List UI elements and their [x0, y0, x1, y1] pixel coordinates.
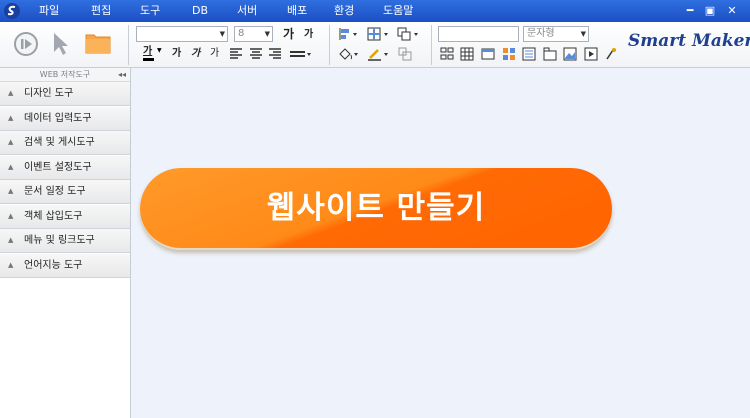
caret-icon: ▲: [8, 236, 14, 244]
list-icon[interactable]: [522, 47, 536, 61]
menu-edit[interactable]: 편집: [91, 0, 111, 22]
font-color-button[interactable]: 가: [143, 45, 152, 59]
sidebar: WEB 저작도구 ◂◂ ▲ 디자인 도구 ▲ 데이터 입력도구 ▲ 검색 및 게시도구…: [0, 68, 131, 418]
sidebar-item-label: 검색 및 게시도구: [24, 137, 95, 148]
minimize-button[interactable]: ━: [682, 3, 698, 19]
object-name-input[interactable]: [438, 26, 519, 42]
sidebar-item-menu-link[interactable]: ▲ 메뉴 및 링크도구: [0, 229, 130, 253]
preview-play-icon[interactable]: [13, 31, 39, 57]
image-icon[interactable]: [563, 47, 577, 61]
maximize-button[interactable]: ▣: [702, 3, 718, 19]
caret-icon: ▲: [8, 187, 14, 195]
line-style-icon[interactable]: [289, 47, 313, 61]
create-website-button[interactable]: 웹사이트 만들기: [140, 168, 612, 250]
sidebar-item-object-insert[interactable]: ▲ 객체 삽입도구: [0, 204, 130, 229]
media-icon[interactable]: [584, 47, 598, 61]
sidebar-item-label: 객체 삽입도구: [24, 210, 83, 222]
caret-icon: ▲: [8, 211, 14, 220]
sidebar-item-label: 디자인 도구: [24, 88, 74, 99]
caret-icon: ▲: [8, 260, 14, 269]
sidebar-item-label: 데이터 입력도구: [24, 112, 92, 124]
menu-file[interactable]: 파일: [39, 0, 59, 22]
italic-button[interactable]: 가: [191, 47, 200, 61]
sidebar-item-search-board[interactable]: ▲ 검색 및 게시도구: [0, 131, 130, 155]
distribute-icon[interactable]: [367, 27, 391, 41]
font-size-select[interactable]: 8 ▼: [234, 26, 273, 42]
form-icon[interactable]: [440, 47, 454, 61]
menu-help[interactable]: 도움말: [383, 0, 413, 22]
sidebar-item-language[interactable]: ▲ 언어지능 도구: [0, 253, 130, 278]
menu-tools[interactable]: 도구: [140, 0, 160, 22]
workspace-canvas: 웹사이트 만들기: [131, 68, 750, 418]
toolbar: ▼ 8 ▼ 가 가 가 ▼ 가 가 가 문자형 ▼ Smart Maker: [0, 22, 750, 68]
sidebar-item-label: 메뉴 및 링크도구: [24, 235, 95, 246]
align-right-icon[interactable]: [268, 47, 282, 61]
caret-icon: ▲: [8, 113, 14, 122]
open-folder-icon[interactable]: [85, 32, 111, 54]
line-color-icon[interactable]: [367, 47, 391, 61]
font-family-select[interactable]: ▼: [136, 26, 228, 42]
table-icon[interactable]: [460, 47, 474, 61]
select-pointer-icon[interactable]: [52, 31, 70, 57]
caret-icon: ▲: [8, 138, 14, 146]
app-logo-icon[interactable]: [2, 1, 22, 21]
panel-icon[interactable]: [481, 47, 495, 61]
font-color-arrow-icon[interactable]: ▼: [157, 47, 162, 54]
align-center-icon[interactable]: [249, 47, 263, 61]
font-color-swatch: [143, 58, 154, 61]
script-icon[interactable]: [604, 47, 618, 61]
grid-icon[interactable]: [502, 47, 516, 61]
create-website-label: 웹사이트 만들기: [266, 190, 486, 226]
menu-db[interactable]: DB: [192, 0, 208, 22]
sidebar-item-event[interactable]: ▲ 이벤트 설정도구: [0, 155, 130, 180]
tab-icon[interactable]: [543, 47, 557, 61]
sidebar-title: WEB 저작도구: [39, 70, 91, 79]
caret-icon: ▲: [8, 89, 14, 97]
bold-button[interactable]: 가: [172, 47, 181, 61]
menu-server[interactable]: 서버: [237, 0, 257, 22]
toolbar-separator: [431, 25, 432, 65]
caret-icon: ▲: [8, 162, 14, 171]
toolbar-separator: [329, 25, 330, 65]
sidebar-header: WEB 저작도구 ◂◂: [0, 68, 130, 82]
sidebar-item-label: 언어지능 도구: [24, 259, 83, 271]
underline-button[interactable]: 가: [210, 47, 219, 61]
toolbar-separator: [128, 25, 129, 65]
fill-color-icon[interactable]: [338, 47, 360, 61]
sidebar-item-label: 이벤트 설정도구: [24, 161, 92, 173]
sidebar-item-label: 문서 일정 도구: [24, 186, 86, 197]
menu-settings[interactable]: 환경: [334, 0, 354, 22]
menu-deploy[interactable]: 배포: [287, 0, 307, 22]
font-smaller-button[interactable]: 가: [304, 28, 313, 42]
sidebar-item-design[interactable]: ▲ 디자인 도구: [0, 82, 130, 106]
collapse-icon[interactable]: ◂◂: [118, 68, 126, 82]
group-icon[interactable]: [398, 47, 412, 61]
align-left-icon[interactable]: [229, 47, 243, 61]
brand-logo: Smart Maker: [628, 31, 750, 51]
menu-bar: 파일 편집 도구 DB 서버 배포 환경 도움말 ━ ▣ ✕: [0, 0, 750, 22]
align-objects-icon[interactable]: [338, 27, 360, 41]
order-icon[interactable]: [397, 27, 421, 41]
text-style-select[interactable]: 문자형 ▼: [523, 26, 589, 42]
font-larger-button[interactable]: 가: [283, 27, 294, 41]
sidebar-item-data-input[interactable]: ▲ 데이터 입력도구: [0, 106, 130, 131]
sidebar-item-document-schedule[interactable]: ▲ 문서 일정 도구: [0, 180, 130, 204]
close-button[interactable]: ✕: [724, 3, 740, 19]
